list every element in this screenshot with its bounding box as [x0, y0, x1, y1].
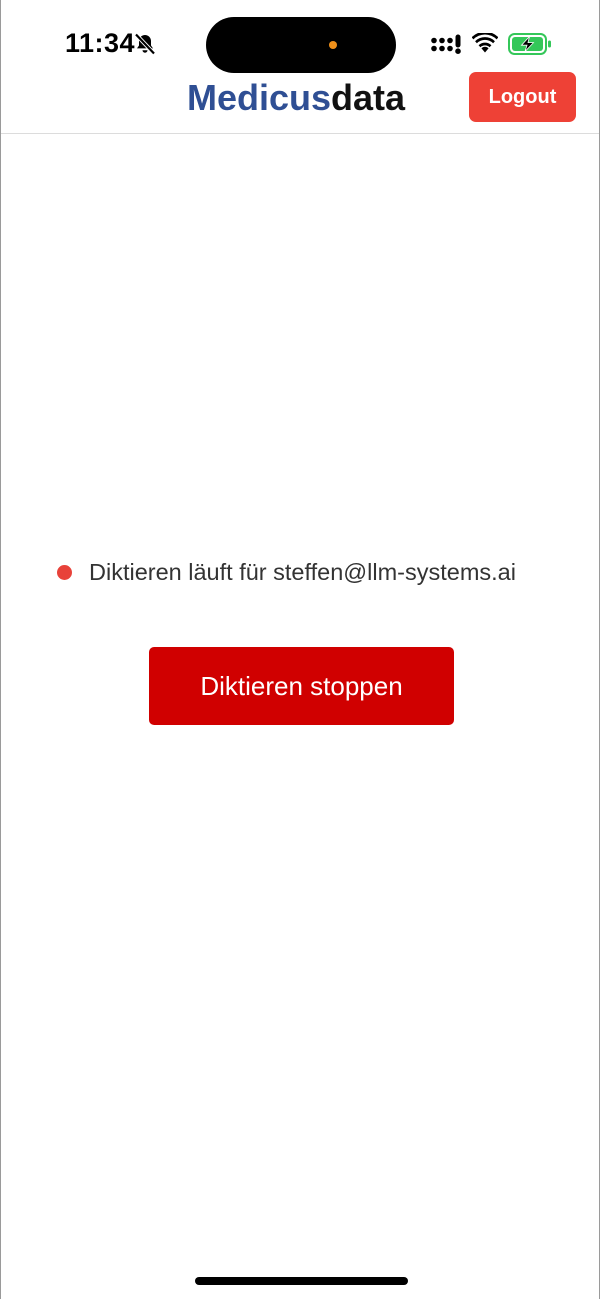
dictation-status: Diktieren läuft für steffen@llm-systems.… [57, 556, 516, 588]
dynamic-island [206, 17, 396, 73]
wifi-icon [472, 33, 498, 53]
brand-part-data: data [331, 77, 406, 118]
status-time: 11:34 [65, 28, 136, 58]
stop-dictation-button[interactable]: Diktieren stoppen [149, 647, 454, 725]
home-indicator[interactable] [195, 1277, 408, 1285]
battery-charging-icon [508, 33, 551, 55]
privacy-indicator-dot [329, 41, 337, 49]
app-header: Medicusdata Logout [1, 70, 599, 134]
bell-muted-icon [134, 33, 156, 55]
brand-part-medicus: Medicus [187, 77, 332, 118]
cellular-signal-icon [431, 34, 461, 54]
dictation-status-text: Diktieren läuft für steffen@llm-systems.… [89, 558, 516, 585]
logout-button[interactable]: Logout [469, 72, 576, 122]
recording-indicator-dot [57, 564, 72, 580]
brand-logo: Medicusdata [187, 76, 405, 120]
app-screen: 11:34 Medicusdata Logout Diktieren läuft… [0, 0, 600, 1299]
